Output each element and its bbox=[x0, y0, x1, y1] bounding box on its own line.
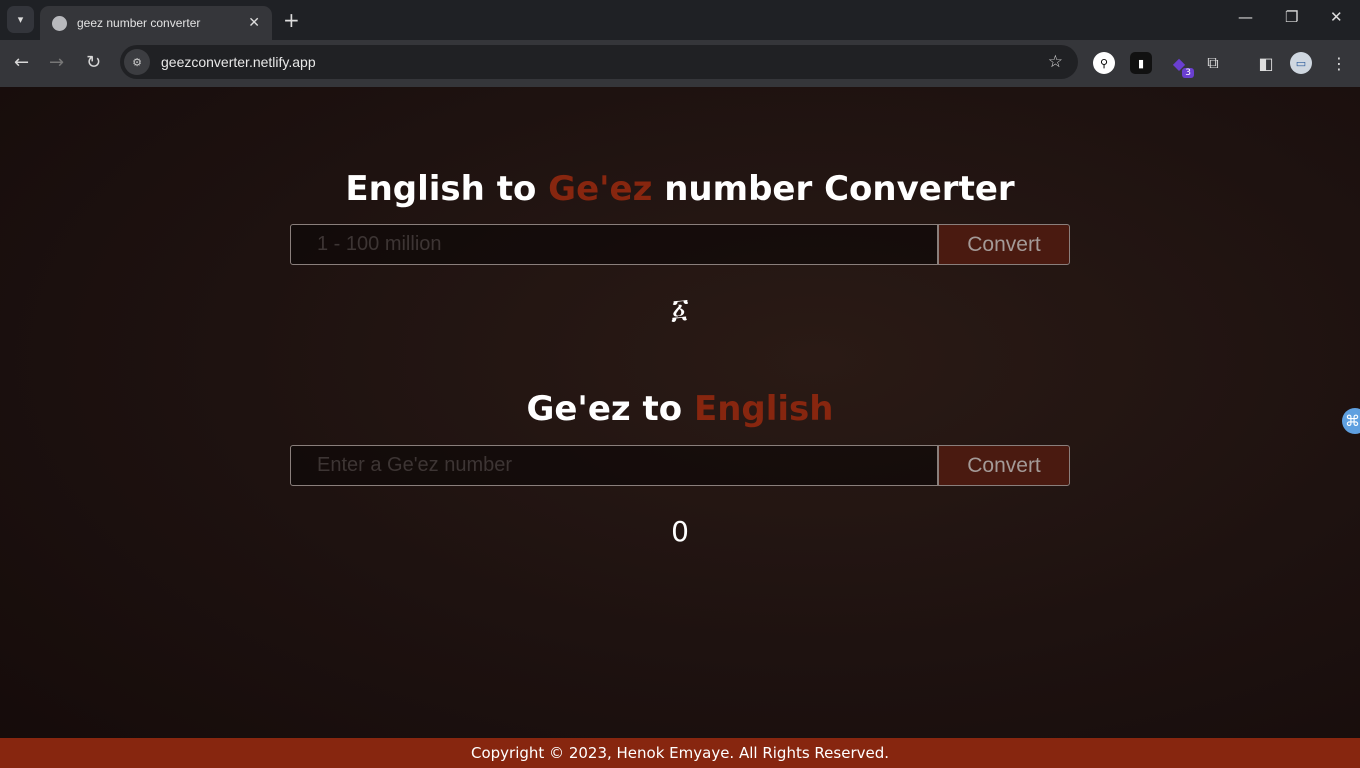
geez-to-english-heading: Ge'ez to English bbox=[0, 389, 1360, 429]
heading-text: number Converter bbox=[652, 169, 1015, 209]
back-button[interactable]: ← bbox=[14, 52, 29, 73]
close-tab-icon[interactable]: ✕ bbox=[248, 15, 260, 31]
site-settings-icon[interactable]: ⚙ bbox=[124, 49, 150, 75]
extension-badge: 3 bbox=[1182, 68, 1194, 78]
command-extension-icon[interactable]: ⌘ bbox=[1342, 408, 1360, 434]
close-window-button[interactable]: ✕ bbox=[1330, 8, 1343, 26]
browser-toolbar: ← → ↻ ⚙ geezconverter.netlify.app ☆ ⚲ ▮ … bbox=[0, 40, 1360, 87]
address-bar[interactable]: ⚙ geezconverter.netlify.app ☆ bbox=[120, 45, 1078, 79]
heading-text: English to bbox=[345, 169, 549, 209]
geez-input-row: Convert bbox=[290, 445, 1070, 486]
heading-text: Ge'ez to bbox=[526, 389, 694, 429]
minimize-button[interactable]: — bbox=[1238, 8, 1253, 26]
menu-kebab-icon[interactable]: ⋮ bbox=[1328, 52, 1350, 74]
convert-to-geez-button[interactable]: Convert bbox=[938, 224, 1070, 265]
url-text: geezconverter.netlify.app bbox=[161, 54, 316, 70]
footer-copyright: Copyright © 2023, Henok Emyaye. All Righ… bbox=[0, 738, 1360, 768]
stack-extension-icon[interactable]: ◆ 3 bbox=[1168, 52, 1194, 78]
english-number-input[interactable] bbox=[290, 224, 938, 265]
geez-result: ፩ bbox=[671, 292, 689, 325]
extension-icon[interactable]: ▮ bbox=[1130, 52, 1152, 74]
new-tab-button[interactable]: + bbox=[283, 8, 300, 32]
restore-button[interactable]: ❐ bbox=[1285, 8, 1298, 26]
convert-to-english-button[interactable]: Convert bbox=[938, 445, 1070, 486]
globe-icon bbox=[52, 15, 67, 31]
heading-accent: English bbox=[693, 389, 834, 429]
extensions-puzzle-icon[interactable]: ⧉ bbox=[1202, 52, 1224, 74]
forward-button[interactable]: → bbox=[49, 52, 64, 73]
geez-number-input[interactable] bbox=[290, 445, 938, 486]
tab-search-button[interactable]: ▾ bbox=[7, 6, 34, 33]
tab-bar: ▾ geez number converter ✕ + — ❐ ✕ bbox=[0, 0, 1360, 40]
english-to-geez-heading: English to Ge'ez number Converter bbox=[0, 169, 1360, 209]
page-content: English to Ge'ez number Converter Conver… bbox=[0, 87, 1360, 768]
bookmark-star-icon[interactable]: ☆ bbox=[1048, 52, 1063, 72]
profile-avatar[interactable]: ▭ bbox=[1290, 52, 1312, 74]
tab-title: geez number converter bbox=[77, 16, 201, 30]
search-extension-icon[interactable]: ⚲ bbox=[1093, 52, 1115, 74]
heading-accent: Ge'ez bbox=[548, 169, 653, 209]
english-result: 0 bbox=[671, 515, 689, 548]
active-tab[interactable]: geez number converter ✕ bbox=[40, 6, 272, 40]
english-input-row: Convert bbox=[290, 224, 1070, 265]
reload-button[interactable]: ↻ bbox=[86, 52, 101, 73]
side-panel-icon[interactable]: ◧ bbox=[1255, 52, 1277, 74]
